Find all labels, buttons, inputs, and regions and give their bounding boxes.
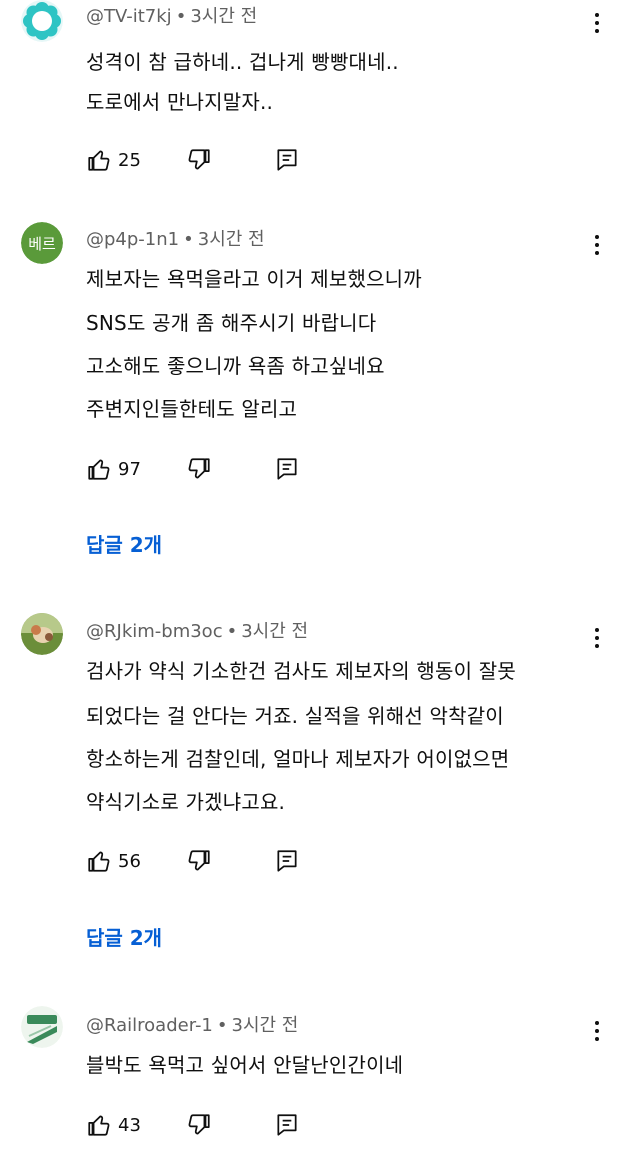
- separator-dot: •: [226, 621, 238, 642]
- like-count: 43: [118, 1114, 141, 1136]
- like-button[interactable]: 25: [86, 145, 141, 175]
- avatar-logo-image: [21, 1006, 63, 1048]
- timestamp: 3시간 전: [197, 229, 265, 250]
- reply-button[interactable]: [274, 454, 300, 484]
- thumbs-up-icon: [88, 1115, 110, 1136]
- timestamp: 3시간 전: [231, 1015, 299, 1036]
- like-button[interactable]: 56: [86, 846, 141, 876]
- reply-icon: [277, 850, 297, 872]
- separator-dot: •: [216, 1015, 228, 1036]
- thumbs-down-icon: [188, 1114, 210, 1135]
- avatar[interactable]: 베르: [21, 222, 63, 264]
- more-vert-icon[interactable]: [588, 1017, 606, 1045]
- reply-icon: [277, 1114, 297, 1136]
- comment-header: @RJkim-bm3oc • 3시간 전: [86, 621, 308, 643]
- comment-text-line: 주변지인들한테도 알리고: [86, 397, 298, 421]
- avatar-flower-image: [21, 0, 63, 42]
- comment-header: @TV-it7kj • 3시간 전: [86, 6, 257, 28]
- comment-text-line: 제보자는 욕먹을라고 이거 제보했으니까: [86, 267, 422, 291]
- avatar[interactable]: [21, 1006, 63, 1048]
- comment-text-line: SNS도 공개 좀 해주시기 바랍니다: [86, 311, 377, 335]
- comment-header: @Railroader-1 • 3시간 전: [86, 1015, 298, 1037]
- comment-header: @p4p-1n1 • 3시간 전: [86, 229, 265, 251]
- thumbs-down-icon: [188, 850, 210, 871]
- comment-text-line: 성격이 참 급하네.. 겁나게 빵빵대네..: [86, 50, 399, 74]
- reply-icon: [277, 458, 297, 480]
- thumbs-down-icon: [188, 149, 210, 170]
- avatar-initials: 베르: [28, 234, 56, 253]
- thumbs-up-icon: [88, 459, 110, 480]
- thumbs-down-icon: [188, 458, 210, 479]
- reply-button[interactable]: [274, 145, 300, 175]
- comment-text-line: 약식기소로 가겠냐고요.: [86, 790, 286, 814]
- comment-text-line: 도로에서 만나지말자..: [86, 90, 274, 114]
- comment-text-line: 검사가 약식 기소한건 검사도 제보자의 행동이 잘못: [86, 659, 516, 683]
- like-count: 97: [118, 458, 141, 480]
- avatar[interactable]: [21, 0, 63, 42]
- reply-icon: [277, 149, 297, 171]
- like-button[interactable]: 97: [86, 454, 141, 484]
- thumbs-up-icon: [88, 851, 110, 872]
- avatar-photo-image: [21, 613, 63, 655]
- separator-dot: •: [175, 6, 187, 27]
- comment-text-line: 항소하는게 검찰인데, 얼마나 제보자가 어이없으면: [86, 747, 510, 771]
- like-count: 25: [118, 149, 141, 171]
- author-name[interactable]: @p4p-1n1: [86, 229, 179, 250]
- timestamp: 3시간 전: [241, 621, 309, 642]
- dislike-button[interactable]: [186, 846, 212, 876]
- more-vert-icon[interactable]: [588, 231, 606, 259]
- view-replies-link[interactable]: 답글 2개: [86, 925, 162, 951]
- thumbs-up-icon: [88, 150, 110, 171]
- like-button[interactable]: 43: [86, 1110, 141, 1140]
- comment-text-line: 블박도 욕먹고 싶어서 안달난인간이네: [86, 1053, 404, 1077]
- reply-button[interactable]: [274, 846, 300, 876]
- view-replies-link[interactable]: 답글 2개: [86, 532, 162, 558]
- more-vert-icon[interactable]: [588, 9, 606, 37]
- avatar[interactable]: [21, 613, 63, 655]
- dislike-button[interactable]: [186, 145, 212, 175]
- like-count: 56: [118, 850, 141, 872]
- author-name[interactable]: @Railroader-1: [86, 1015, 213, 1036]
- author-name[interactable]: @TV-it7kj: [86, 6, 172, 27]
- comment-text-line: 고소해도 좋으니까 욕좀 하고싶네요: [86, 354, 385, 378]
- dislike-button[interactable]: [186, 1110, 212, 1140]
- separator-dot: •: [183, 229, 194, 250]
- dislike-button[interactable]: [186, 454, 212, 484]
- reply-button[interactable]: [274, 1110, 300, 1140]
- more-vert-icon[interactable]: [588, 624, 606, 652]
- comment-text-line: 되었다는 걸 안다는 거죠. 실적을 위해선 악착같이: [86, 704, 504, 728]
- author-name[interactable]: @RJkim-bm3oc: [86, 621, 223, 642]
- timestamp: 3시간 전: [190, 6, 258, 27]
